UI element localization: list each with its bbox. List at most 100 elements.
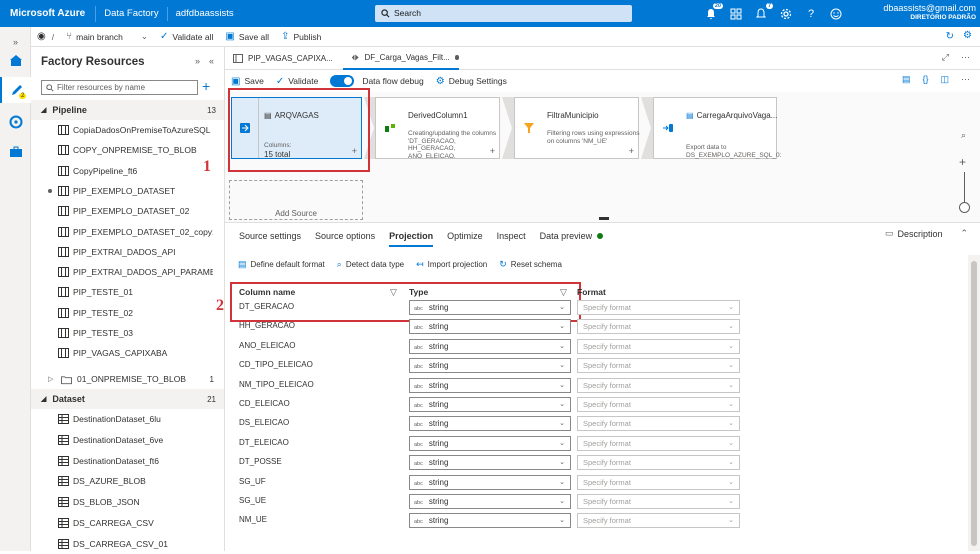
type-dropdown[interactable]: abc string ⌄ — [409, 338, 571, 354]
breadcrumb-data-factory[interactable]: Data Factory — [96, 6, 168, 21]
add-source-button[interactable]: Add Source — [229, 180, 363, 220]
validate-all-button[interactable]: ✓ Validate all — [154, 27, 219, 47]
pipeline-item[interactable]: PIP_EXTRAI_DADOS_API — [31, 242, 224, 262]
column-filter-icon[interactable]: ▽ — [390, 287, 397, 298]
zoom-search-icon[interactable]: ⌕ — [961, 130, 966, 141]
hide-panel-icon[interactable]: « — [209, 56, 214, 66]
format-dropdown[interactable]: Specify format ⌄ — [577, 416, 740, 432]
feedback-bell-icon[interactable]: 7 — [753, 2, 773, 22]
pipeline-item[interactable]: PIP_EXEMPLO_DATASET_02 — [31, 201, 224, 221]
tab-dataflow[interactable]: DF_Carga_Vagas_Filt... — [343, 47, 459, 70]
tab-pipeline[interactable]: PIP_VAGAS_CAPIXA... — [225, 47, 341, 70]
pipeline-item[interactable]: PIP_EXEMPLO_DATASET_02_copy1 — [31, 222, 224, 242]
format-dropdown[interactable]: Specify format ⌄ — [577, 338, 740, 354]
expand-icon[interactable]: ⤢ — [942, 52, 949, 63]
format-dropdown[interactable]: Specify format ⌄ — [577, 455, 740, 471]
more-options-icon[interactable]: ⋯ — [961, 52, 970, 63]
type-dropdown[interactable]: abc string ⌄ — [409, 513, 571, 529]
format-dropdown[interactable]: Specify format ⌄ — [577, 377, 740, 393]
type-filter-icon[interactable]: ▽ — [560, 287, 567, 298]
tab-inspect[interactable]: Inspect — [490, 223, 533, 249]
toggle-switch[interactable] — [330, 75, 355, 87]
dataset-item[interactable]: DS_AZURE_BLOB — [31, 471, 224, 491]
user-account[interactable]: dbaassists@gmail.com DIRETÓRIO PADRÃO — [883, 3, 976, 23]
save-all-button[interactable]: ▣ Save all — [219, 27, 275, 47]
github-icon[interactable]: ◉ — [31, 27, 52, 47]
tab-source-settings[interactable]: Source settings — [232, 223, 308, 249]
breadcrumb-factory-name[interactable]: adfdbaassists — [168, 7, 242, 21]
dataset-item[interactable]: DS_BLOB_JSON — [31, 492, 224, 512]
pipeline-item[interactable]: COPY_ONPREMISE_TO_BLOB — [31, 140, 224, 160]
reset-schema-button[interactable]: ↻ Reset schema — [493, 259, 568, 270]
switch-directory-icon[interactable] — [728, 6, 744, 22]
add-transform-plus-icon[interactable]: + — [352, 146, 357, 156]
manage-toolbox-icon[interactable] — [0, 139, 31, 165]
type-dropdown[interactable]: abc string ⌄ — [409, 455, 571, 471]
pipeline-item[interactable]: CopyPipeline_ft6 — [31, 161, 224, 181]
import-projection-button[interactable]: ↤ Import projection — [410, 259, 493, 270]
pipeline-item[interactable]: PIP_VAGAS_CAPIXABA — [31, 343, 224, 363]
pipeline-item[interactable]: CopiaDadosOnPremiseToAzureSQL — [31, 120, 224, 140]
dataflow-canvas[interactable]: ▤ ARQVAGAS Columns: 15 total + DerivedCol… — [225, 92, 980, 222]
dataset-item[interactable]: DestinationDataset_ft6 — [31, 451, 224, 471]
dataset-item[interactable]: DestinationDataset_6lu — [31, 409, 224, 429]
zoom-slider-handle[interactable] — [959, 202, 970, 213]
tab-source-options[interactable]: Source options — [308, 223, 382, 249]
monitor-icon[interactable] — [0, 109, 31, 135]
type-dropdown[interactable]: abc string ⌄ — [409, 358, 571, 374]
format-dropdown[interactable]: Specify format ⌄ — [577, 494, 740, 509]
add-resource-button[interactable]: + — [202, 79, 210, 94]
format-dropdown[interactable]: Specify format ⌄ — [577, 513, 740, 529]
format-dropdown[interactable]: Specify format ⌄ — [577, 474, 740, 490]
scrollbar-thumb[interactable] — [971, 261, 977, 546]
type-dropdown[interactable]: abc string ⌄ — [409, 416, 571, 432]
pipeline-section[interactable]: ◢ Pipeline 13 — [31, 100, 224, 120]
add-transform-plus-icon[interactable]: + — [629, 146, 634, 156]
source-node-arqvagas[interactable]: ▤ ARQVAGAS Columns: 15 total + — [231, 97, 362, 159]
tab-optimize[interactable]: Optimize — [440, 223, 490, 249]
author-pencil-icon[interactable]: 2 — [0, 77, 31, 103]
vertical-scrollbar[interactable] — [968, 255, 980, 551]
type-dropdown[interactable]: abc string ⌄ — [409, 435, 571, 451]
save-button[interactable]: ▣ Save — [225, 71, 270, 91]
format-dropdown[interactable]: Specify format ⌄ — [577, 319, 740, 335]
smiley-feedback-icon[interactable] — [828, 6, 844, 22]
debug-settings-button[interactable]: ⚙ Debug Settings — [430, 71, 513, 91]
type-dropdown[interactable]: abc string ⌄ — [409, 300, 571, 315]
pipeline-item[interactable]: PIP_TESTE_01 — [31, 282, 224, 302]
collapse-up-icon[interactable]: ⌃ — [961, 228, 969, 239]
notifications-icon[interactable]: 20 — [703, 2, 723, 22]
format-dropdown[interactable]: Specify format ⌄ — [577, 397, 740, 412]
script-icon[interactable]: ▤ — [902, 74, 911, 85]
type-dropdown[interactable]: abc string ⌄ — [409, 397, 571, 412]
home-icon[interactable] — [0, 47, 31, 73]
type-dropdown[interactable]: abc string ⌄ — [409, 494, 571, 509]
dataset-item[interactable]: DestinationDataset_6ve — [31, 430, 224, 450]
format-dropdown[interactable]: Specify format ⌄ — [577, 435, 740, 451]
format-dropdown[interactable]: Specify format ⌄ — [577, 300, 740, 315]
type-dropdown[interactable]: abc string ⌄ — [409, 474, 571, 490]
dataset-section[interactable]: ◢ Dataset 21 — [31, 389, 224, 409]
properties-icon[interactable]: ◫ — [940, 74, 949, 85]
settings-icon[interactable]: ⚙ — [963, 30, 972, 41]
format-dropdown[interactable]: Specify format ⌄ — [577, 358, 740, 374]
validate-button[interactable]: ✓ Validate — [270, 71, 324, 91]
add-transform-plus-icon[interactable]: + — [490, 146, 495, 156]
derived-column-node[interactable]: DerivedColumn1 Creating/updating the col… — [375, 97, 500, 159]
splitter-handle[interactable] — [599, 217, 609, 220]
pipeline-item[interactable]: PIP_EXEMPLO_DATASET — [31, 181, 224, 201]
branch-selector[interactable]: ⑂ main branch ⌄ — [60, 27, 154, 47]
filter-node[interactable]: FiltraMunicipio Filtering rows using exp… — [514, 97, 639, 159]
folder-item[interactable]: ▷ 01_ONPREMISE_TO_BLOB 1 — [31, 369, 224, 389]
sink-node[interactable]: ▤ CarregaArquivoVaga... Export data to DS… — [653, 97, 781, 159]
settings-gear-icon[interactable] — [778, 6, 794, 22]
refresh-icon[interactable]: ↻ — [946, 31, 954, 42]
azure-brand[interactable]: Microsoft Azure — [0, 5, 97, 22]
dataset-item[interactable]: DS_CARREGA_CSV — [31, 513, 224, 533]
type-dropdown[interactable]: abc string ⌄ — [409, 319, 571, 335]
pipeline-item[interactable]: PIP_TESTE_03 — [31, 323, 224, 343]
data-flow-debug-toggle[interactable]: Data flow debug — [324, 71, 429, 91]
type-dropdown[interactable]: abc string ⌄ — [409, 377, 571, 393]
zoom-in-icon[interactable]: + — [959, 155, 966, 169]
collapse-all-icon[interactable]: » — [195, 56, 200, 66]
